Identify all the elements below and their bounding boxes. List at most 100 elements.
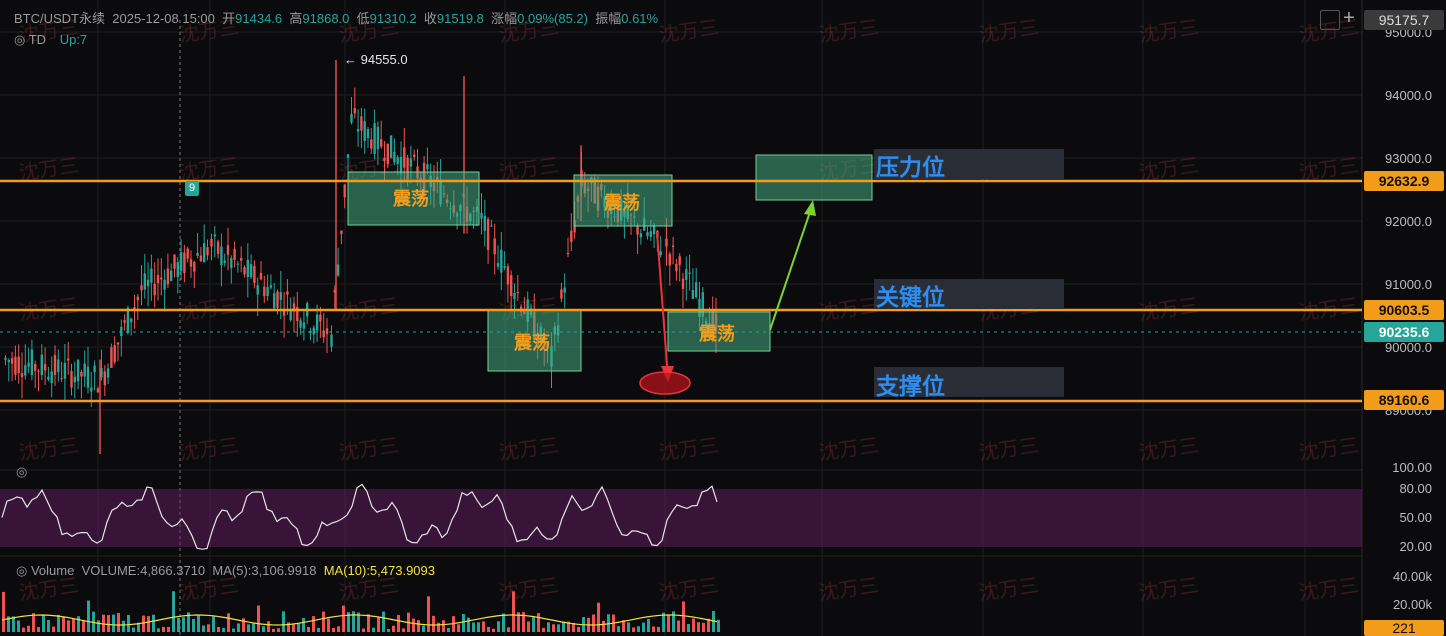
candle-body bbox=[389, 135, 393, 158]
bar-datetime: 2025-12-08 15:00 bbox=[112, 11, 215, 26]
volume-bar bbox=[262, 626, 265, 632]
volume-bar bbox=[692, 618, 695, 632]
candle-body bbox=[210, 238, 213, 247]
volume-bar bbox=[192, 619, 195, 632]
volume-bar bbox=[547, 622, 550, 632]
resistance-label: 压力位 bbox=[876, 154, 945, 180]
candle-body bbox=[156, 275, 160, 284]
candle-body bbox=[675, 264, 678, 272]
oscillator-eye-icon[interactable]: ◎ bbox=[16, 464, 27, 480]
candle-body bbox=[136, 296, 139, 301]
watermark-text: 沈万三 bbox=[1137, 433, 1200, 465]
volume-bar bbox=[422, 625, 425, 632]
price-tick: 91000.0 bbox=[1385, 277, 1432, 292]
symbol-name[interactable]: BTC/USDT永续 bbox=[14, 11, 105, 26]
volume-bar bbox=[502, 613, 505, 632]
volume-bar bbox=[267, 621, 270, 632]
volume-bar bbox=[592, 614, 595, 632]
candle-body bbox=[93, 365, 96, 373]
volume-bar bbox=[537, 613, 540, 632]
volume-bar bbox=[657, 626, 660, 632]
indicator-up-value: Up:7 bbox=[59, 32, 88, 47]
candle-body bbox=[403, 147, 406, 168]
candle-body bbox=[678, 256, 681, 265]
candle-body bbox=[7, 360, 10, 363]
candle-body bbox=[24, 365, 27, 376]
td-count-badge: 9 bbox=[185, 181, 199, 196]
volume-bar bbox=[647, 618, 650, 632]
volume-bar bbox=[442, 620, 445, 632]
zone-label: 震荡 bbox=[514, 333, 550, 353]
chart-canvas[interactable]: 沈万三 沈万三 沈万三 沈万三 沈万三 沈万三 沈万三 沈万三 沈万三沈万三 沈万三 沈万三 沈万三沈… bbox=[0, 0, 1446, 636]
candle-body bbox=[123, 320, 126, 323]
candle-body bbox=[160, 277, 163, 280]
candle-body bbox=[360, 116, 363, 131]
volume-bar bbox=[687, 624, 690, 632]
candle-body bbox=[483, 215, 486, 231]
candle-body bbox=[695, 282, 698, 298]
eye-icon[interactable]: ◎ bbox=[14, 32, 25, 47]
candle-body bbox=[223, 260, 226, 264]
settings-square-icon[interactable] bbox=[1320, 10, 1340, 30]
volume-bar bbox=[82, 620, 85, 632]
candle-body bbox=[53, 355, 57, 375]
candle-body bbox=[380, 139, 383, 147]
open-value: 91434.6 bbox=[235, 11, 283, 26]
volume-bar bbox=[477, 622, 480, 632]
volume-bar bbox=[2, 591, 5, 632]
candle-body bbox=[563, 287, 566, 293]
add-indicator-button[interactable]: + bbox=[1340, 8, 1358, 28]
candle-body bbox=[510, 275, 513, 297]
zone-label: 震荡 bbox=[699, 324, 735, 344]
volume-label[interactable]: Volume bbox=[31, 563, 74, 578]
volume-bar bbox=[707, 618, 710, 632]
volume-bar bbox=[492, 628, 495, 632]
osc-band bbox=[0, 489, 1362, 547]
volume-bar bbox=[332, 627, 335, 632]
open-label: 开 bbox=[222, 11, 236, 26]
candle-body bbox=[70, 370, 73, 388]
support-label: 支撑位 bbox=[876, 373, 945, 399]
candle-body bbox=[560, 289, 563, 299]
volume-bar bbox=[122, 620, 125, 632]
volume-bar bbox=[397, 614, 400, 632]
candle-body bbox=[386, 143, 389, 165]
candle-body bbox=[186, 248, 189, 259]
volume-bar bbox=[532, 617, 535, 632]
volume-bar bbox=[282, 611, 285, 632]
volume-bar bbox=[457, 624, 460, 632]
volume-bar bbox=[577, 626, 580, 632]
volume-legend: ◎ Volume VOLUME:4,866.3710 MA(5):3,106.9… bbox=[16, 563, 435, 579]
eye-icon[interactable]: ◎ bbox=[16, 563, 27, 578]
candle-body bbox=[350, 113, 353, 123]
candle-body bbox=[130, 318, 133, 323]
candle-body bbox=[671, 245, 675, 248]
volume-bar bbox=[252, 623, 255, 632]
volume-bar bbox=[412, 618, 415, 632]
candle-body bbox=[90, 387, 93, 392]
candle-body bbox=[253, 265, 256, 283]
candle-body bbox=[216, 241, 220, 254]
candle-body bbox=[153, 283, 156, 296]
candle-body bbox=[496, 263, 500, 267]
watermark-text: 沈万三 bbox=[977, 15, 1040, 47]
candle-body bbox=[176, 262, 179, 278]
candle-body bbox=[299, 320, 302, 328]
osc-tick: 20.00 bbox=[1399, 539, 1432, 554]
candle-body bbox=[409, 158, 413, 167]
volume-bar bbox=[62, 617, 65, 632]
candle-body bbox=[37, 370, 40, 372]
candle-body bbox=[27, 362, 30, 367]
candle-body bbox=[346, 154, 350, 158]
candles bbox=[4, 60, 718, 455]
candle-body bbox=[243, 267, 246, 275]
volume-ma10: MA(10):5,473.9093 bbox=[323, 563, 435, 578]
candle-body bbox=[276, 291, 279, 308]
indicator-name[interactable]: TD bbox=[29, 32, 46, 47]
candle-body bbox=[688, 272, 691, 274]
candle-body bbox=[256, 285, 259, 295]
candle-body bbox=[269, 285, 273, 288]
candle-body bbox=[353, 108, 356, 114]
volume-tick: 20.00k bbox=[1392, 597, 1432, 612]
volume-bar bbox=[507, 627, 510, 632]
